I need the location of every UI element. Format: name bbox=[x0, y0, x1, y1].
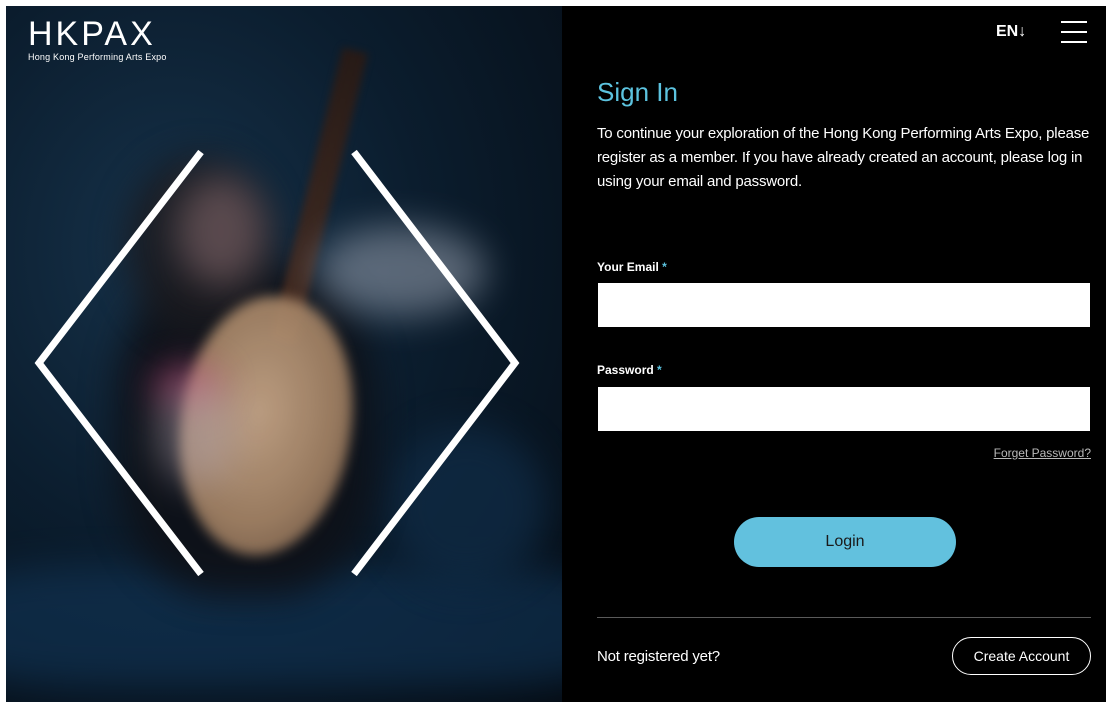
login-button[interactable]: Login bbox=[734, 517, 956, 567]
email-field[interactable] bbox=[598, 283, 1090, 327]
page-title: Sign In bbox=[597, 77, 678, 107]
create-account-button[interactable]: Create Account bbox=[952, 637, 1091, 675]
required-marker: * bbox=[662, 260, 667, 274]
not-registered-text: Not registered yet? bbox=[597, 648, 720, 665]
arrow-down-icon: ↓ bbox=[1018, 23, 1027, 40]
diamond-frame-graphic bbox=[34, 149, 520, 577]
hamburger-menu-icon[interactable] bbox=[1061, 21, 1087, 43]
logo-subtitle: Hong Kong Performing Arts Expo bbox=[28, 52, 167, 62]
password-field[interactable] bbox=[598, 387, 1090, 431]
required-marker: * bbox=[657, 363, 662, 377]
signin-panel: EN↓ Sign In To continue your exploration… bbox=[562, 6, 1106, 702]
hero-image: HKPAX Hong Kong Performing Arts Expo bbox=[6, 6, 562, 702]
page-frame: HKPAX Hong Kong Performing Arts Expo EN↓… bbox=[6, 6, 1106, 702]
intro-text: To continue your exploration of the Hong… bbox=[597, 125, 1090, 190]
forgot-password-link[interactable]: Forget Password? bbox=[994, 446, 1091, 460]
email-label: Your Email * bbox=[597, 260, 667, 274]
hkpax-logo[interactable]: HKPAX Hong Kong Performing Arts Expo bbox=[28, 16, 167, 62]
password-label-text: Password bbox=[597, 363, 654, 377]
email-label-text: Your Email bbox=[597, 260, 659, 274]
logo-mark: HKPAX bbox=[28, 15, 156, 53]
password-label: Password * bbox=[597, 363, 662, 377]
language-label: EN bbox=[996, 23, 1019, 40]
divider bbox=[597, 617, 1091, 618]
language-selector[interactable]: EN↓ bbox=[996, 23, 1026, 41]
